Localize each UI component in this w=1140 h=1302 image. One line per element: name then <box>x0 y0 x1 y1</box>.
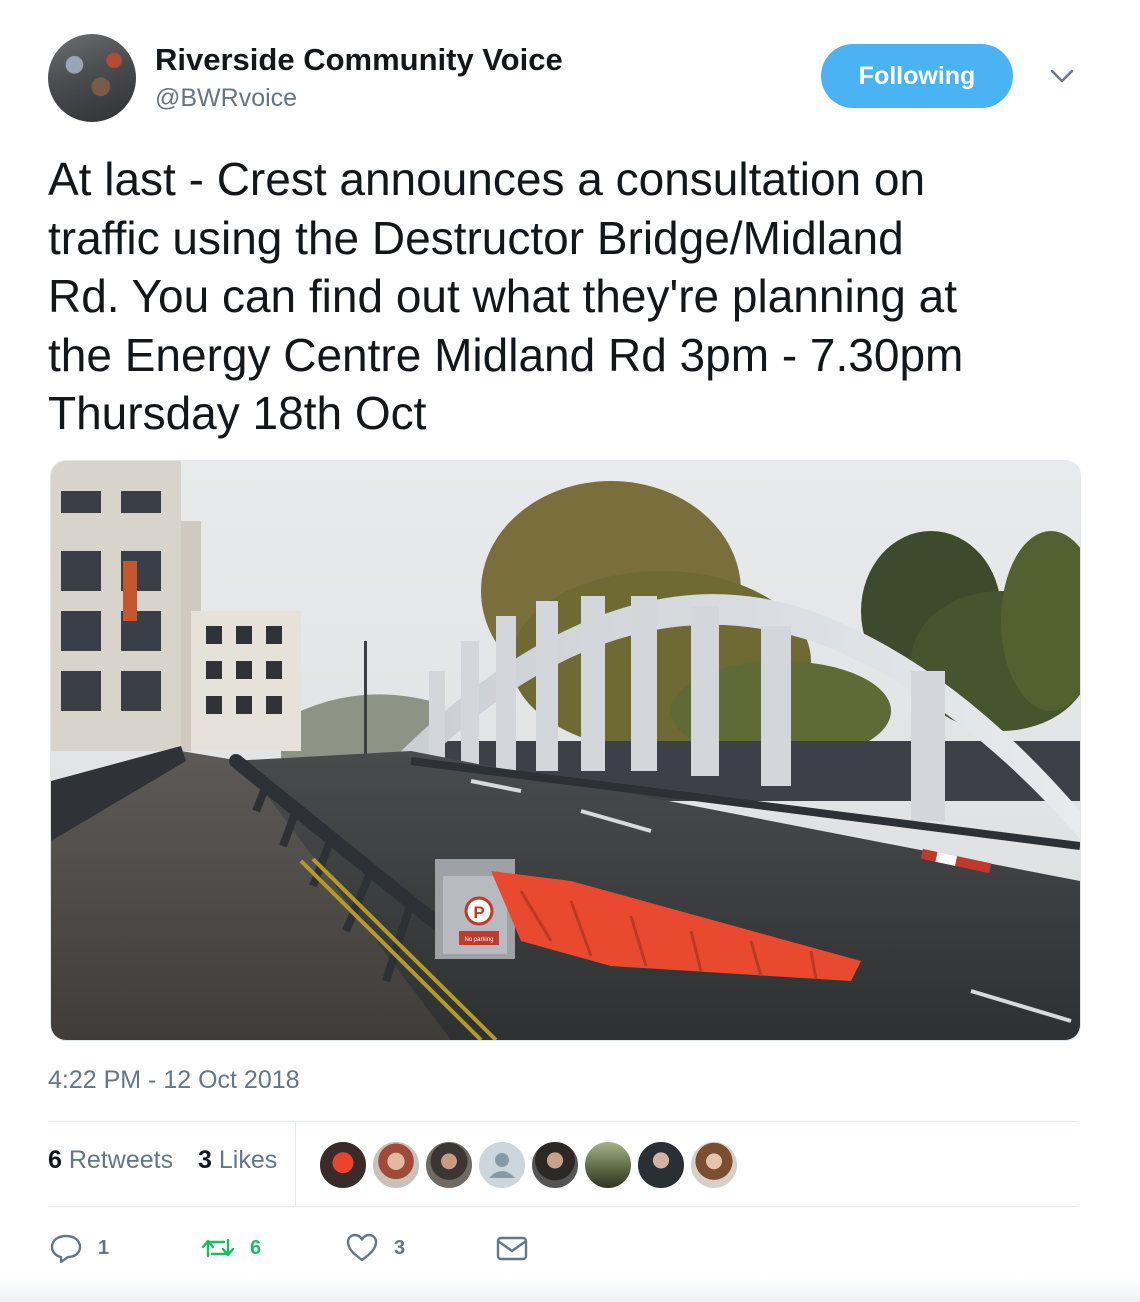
tweet-stats: 6 Retweets 3 Likes <box>48 1146 295 1175</box>
retweets-label: Retweets <box>68 1146 174 1174</box>
tweet-photo[interactable]: P No parking <box>50 460 1081 1041</box>
tweet-text-line: At last - Crest announces a consultation… <box>48 153 926 205</box>
tweet-text-line: the Energy Centre Midland Rd 3pm - 7.30p… <box>48 328 964 381</box>
retweet-button[interactable]: 6 <box>200 1230 261 1266</box>
author-handle[interactable]: @BWRvoice <box>155 84 297 113</box>
liker-avatar[interactable] <box>424 1140 474 1190</box>
divider <box>48 1206 1078 1207</box>
tweet-text-line: Rd. You can find out what they're planni… <box>48 270 957 322</box>
retweet-icon <box>201 1238 235 1258</box>
liker-avatar[interactable] <box>583 1140 633 1190</box>
liker-avatar[interactable] <box>689 1140 739 1190</box>
chevron-down-icon[interactable] <box>1048 64 1076 88</box>
likes-label: Likes <box>218 1146 278 1174</box>
tweet-header: Riverside Community Voice @BWRvoice Foll… <box>48 34 1092 126</box>
liker-avatar[interactable] <box>371 1140 421 1190</box>
reply-button[interactable]: 1 <box>48 1230 109 1266</box>
likes-stat[interactable]: 3 Likes <box>198 1146 277 1174</box>
like-count: 3 <box>394 1236 406 1259</box>
heart-icon <box>346 1233 378 1262</box>
reply-icon <box>50 1234 82 1264</box>
tweet-text: At last - Crest announces a consultation… <box>48 150 1098 443</box>
envelope-icon <box>496 1236 528 1261</box>
liker-avatar[interactable] <box>530 1140 580 1190</box>
default-user-icon <box>489 1153 515 1178</box>
parking-sign-subtext: No parking <box>464 937 493 943</box>
tweet-timestamp[interactable]: 4:22 PM - 12 Oct 2018 <box>48 1066 300 1095</box>
tweet-text-line: Thursday 18th Oct <box>48 387 427 439</box>
like-button[interactable]: 3 <box>344 1230 405 1266</box>
bridge-photo-illustration: P No parking <box>51 461 1080 1040</box>
retweets-count: 6 <box>48 1146 62 1174</box>
divider <box>48 1121 1078 1122</box>
tweet-text-line: traffic using the Destructor Bridge/Midl… <box>48 211 904 264</box>
stats-separator <box>295 1122 296 1206</box>
bottom-edge <box>0 1278 1140 1302</box>
direct-message-button[interactable] <box>494 1230 530 1266</box>
reply-count: 1 <box>98 1236 110 1259</box>
author-avatar[interactable] <box>48 34 136 122</box>
author-name[interactable]: Riverside Community Voice <box>155 42 563 78</box>
following-button[interactable]: Following <box>821 44 1013 108</box>
retweets-stat[interactable]: 6 Retweets <box>48 1146 173 1174</box>
parking-sign-letter: P <box>473 903 484 922</box>
retweet-count: 6 <box>250 1236 262 1259</box>
likes-count: 3 <box>198 1146 212 1174</box>
liker-avatar[interactable] <box>636 1140 686 1190</box>
default-avatar[interactable] <box>477 1140 527 1190</box>
liker-avatar[interactable] <box>318 1140 368 1190</box>
